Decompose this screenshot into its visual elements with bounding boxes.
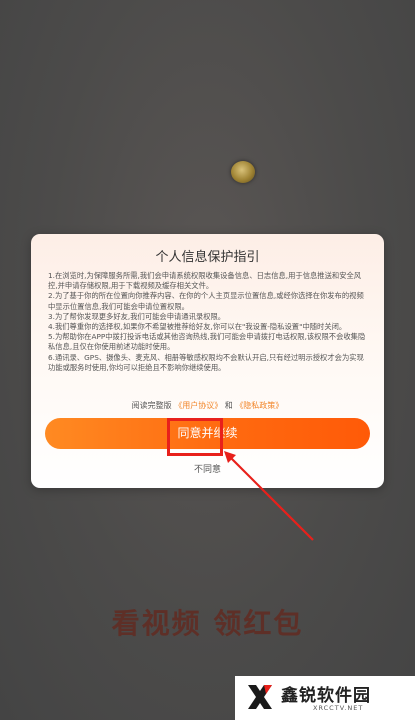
- and-text: 和: [224, 401, 233, 410]
- dialog-title: 个人信息保护指引: [155, 250, 260, 265]
- read-prefix: 阅读完整版: [131, 401, 172, 410]
- promo-slogan: 看视频 领红包: [111, 607, 304, 640]
- highlight-box: [167, 418, 223, 456]
- watermark-url: XRCCTV.NET: [313, 704, 364, 712]
- x-logo-icon: [248, 685, 272, 709]
- coin-icon: [231, 161, 255, 183]
- terms-item-3: 3.为了帮你发现更多好友,我们可能会申请通讯录权限。: [48, 311, 226, 321]
- disagree-button[interactable]: 不同意: [31, 462, 384, 475]
- terms-text: 1.在浏览时,为保障服务所需,我们会申请系统权限收集设备信息、日志信息,用于信息…: [48, 271, 370, 373]
- terms-item-4: 4.我们尊重你的选择权,如果你不希望被推荐给好友,你可以在"我设置-隐私设置"中…: [48, 322, 347, 332]
- read-full-line: 阅读完整版 《用户协议》 和 《隐私政策》: [31, 400, 384, 411]
- user-agreement-link[interactable]: 《用户协议》: [174, 401, 222, 410]
- terms-item-5: 5.为帮助你在APP中拨打投诉电话或其他咨询热线,我们可能会申请拨打电话权限,该…: [48, 332, 366, 352]
- watermark-badge: 鑫锐软件园 XRCCTV.NET: [235, 676, 415, 720]
- privacy-policy-link[interactable]: 《隐私政策》: [235, 401, 283, 410]
- watermark-title: 鑫锐软件园: [281, 686, 371, 706]
- terms-item-1: 1.在浏览时,为保障服务所需,我们会申请系统权限收集设备信息、日志信息,用于信息…: [48, 271, 362, 291]
- terms-item-6: 6.通讯录、GPS、摄像头、麦克风、相册等敏感权限均不会默认开启,只有经过明示授…: [48, 352, 364, 372]
- terms-item-2: 2.为了基于你的所在位置向你推荐内容、在你的个人主页显示位置信息,或经你选择在你…: [48, 291, 364, 311]
